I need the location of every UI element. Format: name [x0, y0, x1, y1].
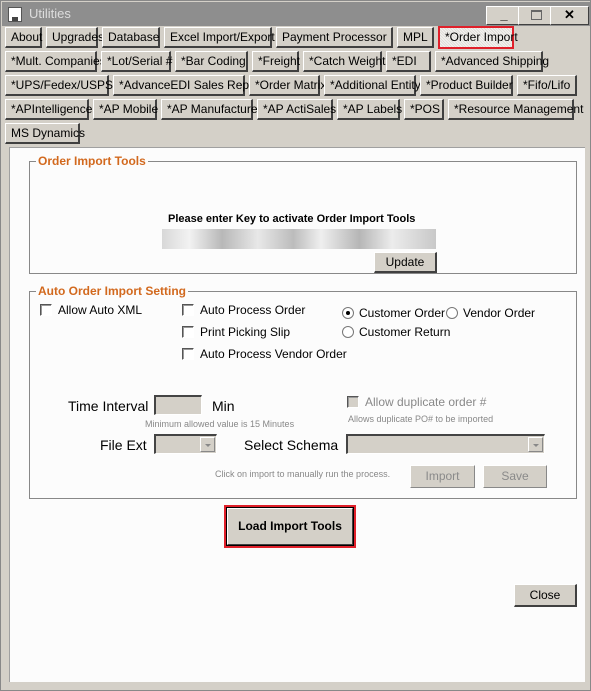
maximize-icon	[530, 10, 542, 20]
select-schema-dropdown[interactable]	[346, 434, 545, 454]
minimize-button[interactable]: _	[486, 6, 522, 25]
maximize-button[interactable]	[518, 6, 554, 25]
import-button[interactable]: Import	[410, 465, 475, 488]
auto-process-vendor-order-label: Auto Process Vendor Order	[200, 347, 347, 361]
tab-payment-processor[interactable]: Payment Processor	[276, 27, 393, 48]
activation-key-input[interactable]	[162, 229, 436, 249]
utilities-window: Utilities _ ✕ About Upgrades Database Excel…	[0, 0, 591, 691]
tab-advanced-shipping[interactable]: *Advanced Shipping	[435, 51, 549, 72]
activation-prompt: Please enter Key to activate Order Impor…	[168, 213, 416, 225]
tab-ms-dynamics[interactable]: MS Dynamics	[5, 123, 85, 144]
allow-duplicate-hint: Allows duplicate PO# to be imported	[348, 414, 494, 424]
order-import-tools-title: Order Import Tools	[36, 154, 148, 168]
tab-upgrades[interactable]: Upgrades	[46, 27, 104, 48]
auto-process-order-label: Auto Process Order	[200, 303, 306, 317]
customer-order-label: Customer Order	[359, 306, 446, 320]
title-bar[interactable]: Utilities _ ✕	[2, 2, 590, 26]
tab-pos[interactable]: *POS	[404, 99, 444, 120]
close-icon: ✕	[564, 7, 575, 22]
tab-additional-entity[interactable]: *Additional Entity	[324, 75, 421, 96]
save-button[interactable]: Save	[483, 465, 547, 488]
tab-lot-serial[interactable]: *Lot/Serial #	[101, 51, 172, 72]
print-picking-slip-checkbox[interactable]	[182, 326, 194, 338]
order-import-tools-group: Order Import Tools Please enter Key to a…	[29, 154, 577, 274]
manual-import-hint: Click on import to manually run the proc…	[215, 469, 391, 479]
tab-advanceedi-sales-rep[interactable]: *AdvanceEDI Sales Rep.	[113, 75, 252, 96]
vendor-order-radio[interactable]	[446, 307, 458, 319]
tab-bar-coding[interactable]: *Bar Coding	[175, 51, 248, 72]
auto-order-import-group: Auto Order Import Setting Allow Auto XML…	[29, 284, 577, 499]
file-ext-dropdown[interactable]	[154, 434, 217, 454]
close-button[interactable]: Close	[514, 584, 577, 607]
chevron-down-icon	[528, 437, 543, 452]
tab-catch-weights[interactable]: *Catch Weights	[303, 51, 391, 72]
auto-settings-title: Auto Order Import Setting	[36, 284, 188, 298]
load-import-tools-label: Load Import Tools	[227, 508, 353, 545]
customer-return-label: Customer Return	[359, 325, 451, 339]
tab-mpl[interactable]: MPL	[397, 27, 434, 48]
tab-database[interactable]: Database	[102, 27, 160, 48]
file-ext-label: File Ext	[100, 437, 147, 453]
load-import-tools-button[interactable]: Load Import Tools	[224, 505, 356, 548]
time-interval-input[interactable]	[154, 395, 202, 415]
tab-order-import[interactable]: *Order Import	[438, 26, 518, 49]
tab-excel-import-export[interactable]: Excel Import/Export	[164, 27, 275, 48]
select-schema-label: Select Schema	[244, 437, 339, 453]
tab-fifo-lifo[interactable]: *Fifo/Lifo	[517, 75, 577, 96]
tab-order-matrix[interactable]: *Order Matrix	[249, 75, 326, 96]
customer-return-radio[interactable]	[342, 326, 354, 338]
allow-duplicate-label: Allow duplicate order #	[365, 395, 487, 409]
customer-order-radio[interactable]	[342, 307, 354, 319]
tab-ap-mobile[interactable]: *AP Mobile	[93, 99, 158, 120]
auto-process-order-checkbox[interactable]	[182, 304, 194, 316]
tab-resource-management[interactable]: *Resource Management	[448, 99, 583, 120]
allow-auto-xml-checkbox[interactable]	[40, 304, 52, 316]
tab-ap-manufacture[interactable]: *AP Manufacture	[161, 99, 258, 120]
tab-ap-labels[interactable]: *AP Labels	[337, 99, 402, 120]
tab-product-builder[interactable]: *Product Builder	[420, 75, 513, 96]
allow-auto-xml-label: Allow Auto XML	[58, 303, 143, 317]
tab-ap-actisales[interactable]: *AP ActiSales	[257, 99, 336, 120]
tab-apintelligence[interactable]: *APIntelligence	[5, 99, 92, 120]
tab-ups-fedex-usps[interactable]: *UPS/Fedex/USPS	[5, 75, 113, 96]
print-picking-slip-label: Print Picking Slip	[200, 325, 291, 339]
tab-about[interactable]: About	[5, 27, 42, 48]
allow-duplicate-checkbox[interactable]	[347, 396, 359, 408]
close-window-button[interactable]: ✕	[550, 6, 589, 25]
time-interval-label: Time Interval	[68, 398, 149, 414]
update-button[interactable]: Update	[374, 252, 437, 273]
tab-freight[interactable]: *Freight	[252, 51, 300, 72]
chevron-down-icon	[200, 437, 215, 452]
vendor-order-label: Vendor Order	[463, 306, 536, 320]
auto-process-vendor-order-checkbox[interactable]	[182, 348, 194, 360]
tab-mult-companies[interactable]: *Mult. Companies	[5, 51, 106, 72]
app-icon	[8, 7, 22, 22]
tab-edi[interactable]: *EDI	[386, 51, 431, 72]
minimize-icon: _	[500, 7, 508, 22]
time-interval-unit: Min	[212, 398, 235, 414]
order-import-panel: Order Import Tools Please enter Key to a…	[9, 147, 585, 682]
window-title: Utilities	[29, 6, 71, 21]
time-interval-hint: Minimum allowed value is 15 Minutes	[145, 419, 295, 429]
